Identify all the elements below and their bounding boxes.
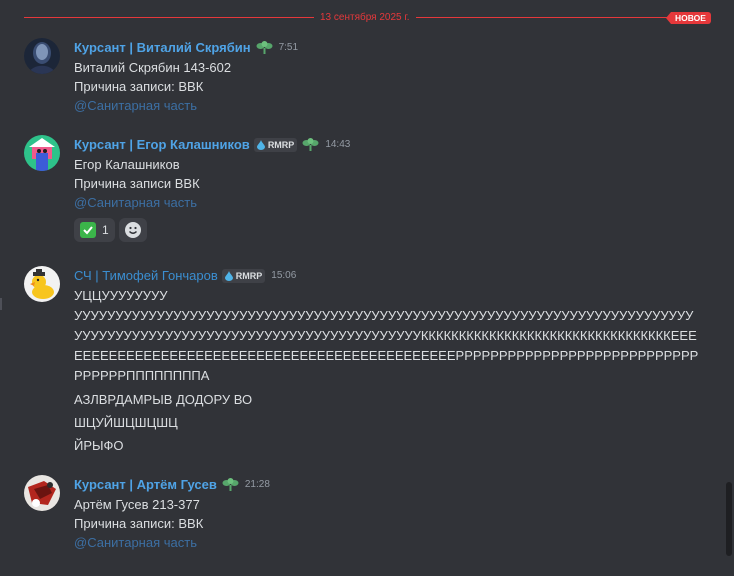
check-mark-icon <box>80 222 96 238</box>
reaction-check[interactable]: 1 <box>74 218 115 242</box>
leaf-badge-icon <box>302 138 319 152</box>
divider-date: 13 сентября 2025 г. <box>314 11 416 24</box>
reaction-bar: 1 <box>74 218 147 242</box>
message-line: АЗЛВРДАМРЫВ ДОДОРУ ВО <box>74 392 253 407</box>
message-line: Виталий Скрябин 143-602 <box>74 60 232 75</box>
role-mention[interactable]: @Санитарная часть <box>74 193 197 212</box>
avatar[interactable] <box>24 475 60 511</box>
server-tag[interactable]: RMRP <box>253 138 298 152</box>
server-tag[interactable]: RMRP <box>221 269 266 283</box>
message-long-line: УУУУУУУУУУУУУУУУУУУУУУУУУУУУУУУУУУУУУУУУ… <box>74 308 699 383</box>
author-name[interactable]: Курсант | Артём Гусев <box>74 475 217 495</box>
leaf-badge-icon <box>256 41 273 55</box>
avatar[interactable] <box>24 266 60 302</box>
add-reaction-button[interactable] <box>118 218 147 242</box>
server-tag-label: RMRP <box>267 140 295 150</box>
droplet-icon <box>224 271 233 281</box>
avatar[interactable] <box>24 38 60 74</box>
reaction-count: 1 <box>102 223 109 237</box>
message-line: Причина записи: ВВК <box>74 79 204 94</box>
avatar[interactable] <box>24 135 60 171</box>
droplet-icon <box>256 140 265 150</box>
message-line: Егор Калашников <box>74 157 180 172</box>
message-line: Артём Гусев 213-377 <box>74 497 200 512</box>
message-line: ШЦУЙШЦШЦШЦ <box>74 415 178 430</box>
new-badge: НОВОЕ <box>666 12 711 24</box>
author-name[interactable]: СЧ | Тимофей Гончаров <box>74 266 218 286</box>
smiley-icon <box>124 222 141 238</box>
timestamp: 14:43 <box>325 139 351 150</box>
left-edge-marker <box>0 298 2 310</box>
timestamp: 21:28 <box>244 479 270 490</box>
message-line: Причина записи ВВК <box>74 176 200 191</box>
scrollbar-thumb[interactable] <box>726 482 732 556</box>
message-line: Причина записи: ВВК <box>74 516 204 531</box>
author-name[interactable]: Курсант | Егор Калашников <box>74 135 250 155</box>
role-mention[interactable]: @Санитарная часть <box>74 96 197 115</box>
message-line: УЦЦУУУУУУУУ <box>74 288 168 303</box>
server-tag-label: RMRP <box>235 271 263 281</box>
timestamp: 15:06 <box>271 270 297 281</box>
message-line: ЙРЫФО <box>74 438 124 453</box>
author-name[interactable]: Курсант | Виталий Скрябин <box>74 38 251 58</box>
leaf-badge-icon <box>222 478 239 492</box>
timestamp: 7:51 <box>278 42 299 53</box>
role-mention[interactable]: @Санитарная часть <box>74 533 197 552</box>
